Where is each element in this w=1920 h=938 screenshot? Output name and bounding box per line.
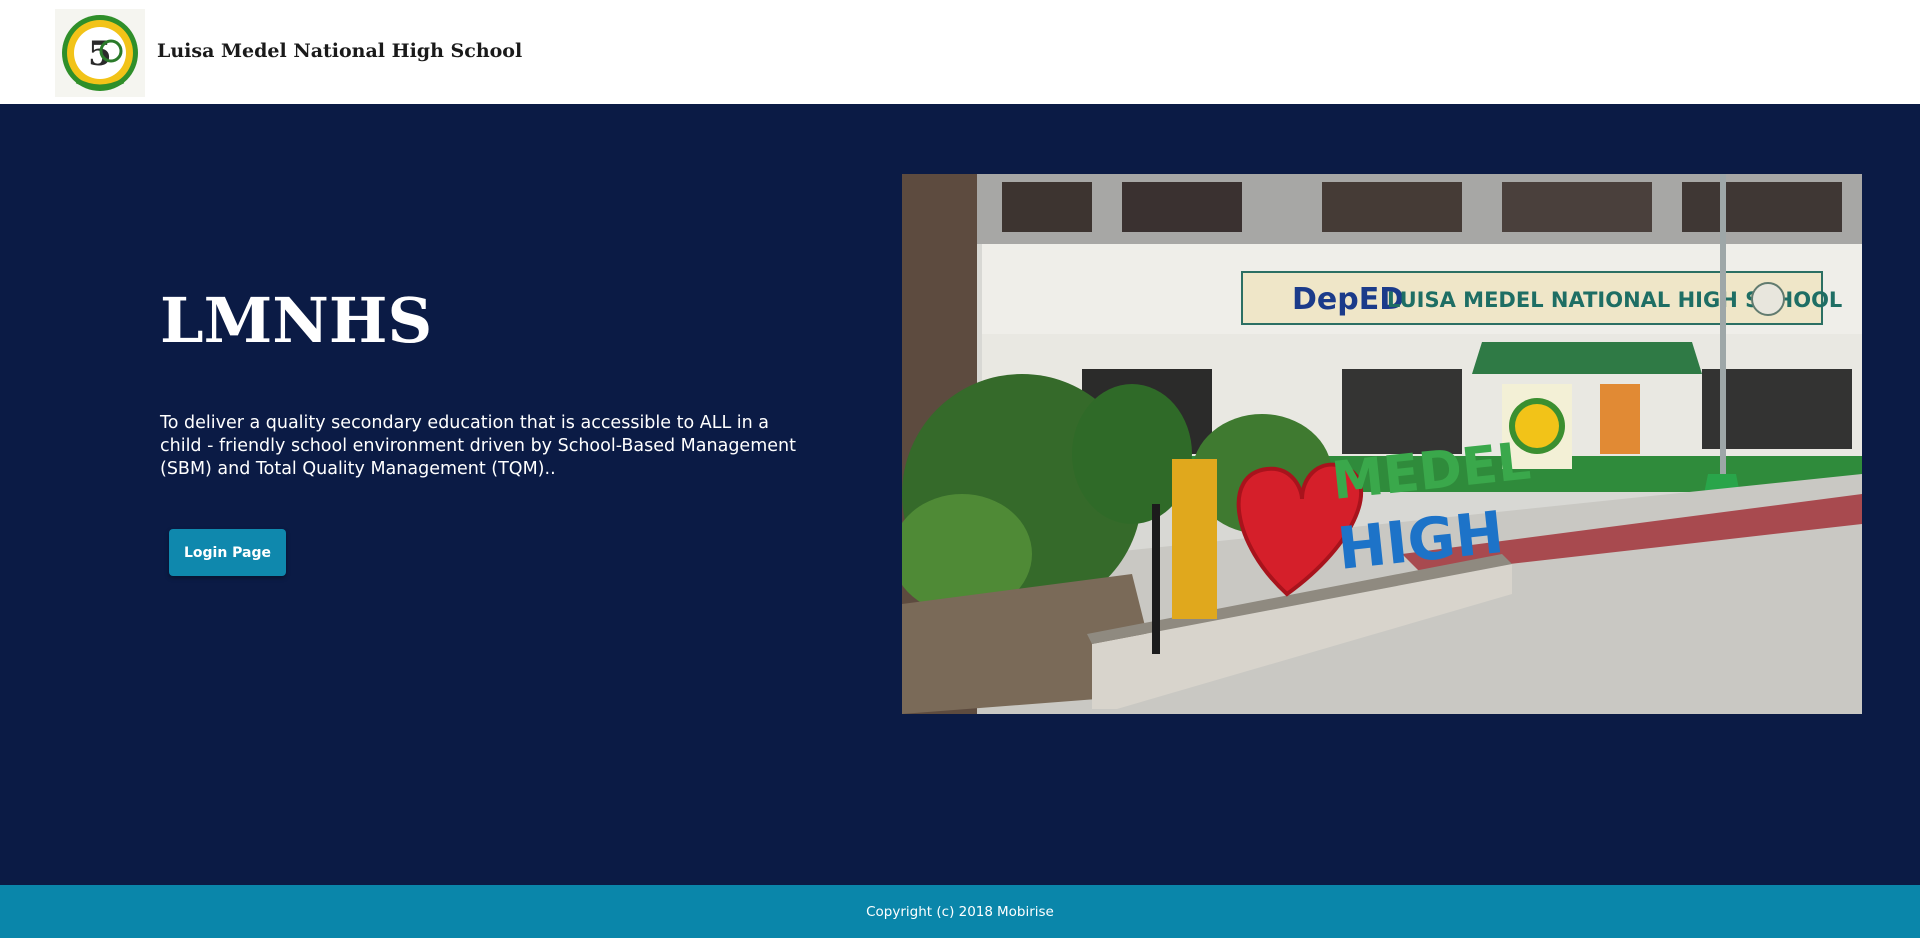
school-seal-icon: 5 — [55, 9, 145, 97]
school-name-link[interactable]: Luisa Medel National High School — [157, 40, 522, 62]
copyright-text: Copyright (c) 2018 — [866, 903, 993, 920]
hero-section: LMNHS To deliver a quality secondary edu… — [0, 104, 1920, 885]
navbar: 5 Luisa Medel National High School — [0, 0, 1920, 104]
school-photo: DepED LUISA MEDEL NATIONAL HIGH SCHOOL M… — [902, 174, 1862, 714]
mobirise-link[interactable]: Mobirise — [997, 904, 1054, 920]
mission-text: To deliver a quality secondary education… — [160, 413, 796, 479]
school-photo-illustration: DepED LUISA MEDEL NATIONAL HIGH SCHOOL M… — [902, 174, 1862, 714]
footer: Copyright (c) 2018 Mobirise — [0, 885, 1920, 938]
hero-title: LMNHS — [160, 284, 433, 357]
school-logo[interactable]: 5 — [55, 9, 145, 97]
login-page-button[interactable]: Login Page — [169, 529, 286, 576]
